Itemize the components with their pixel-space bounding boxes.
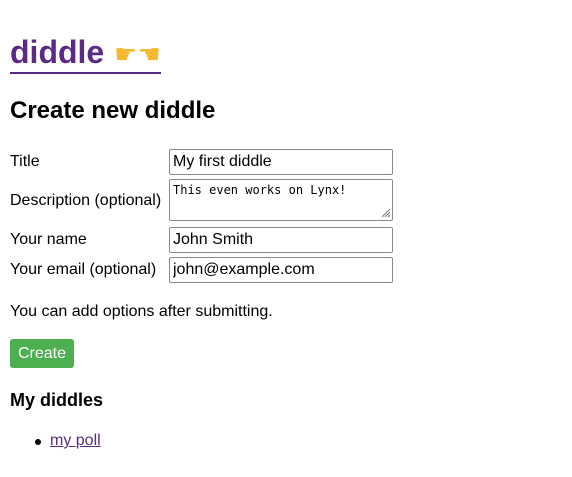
logo-link[interactable]: diddle ☚☚ (10, 34, 161, 74)
options-hint: You can add options after submitting. (10, 303, 273, 320)
name-input[interactable] (169, 227, 393, 253)
pointing-hands-icon: ☚☚ (114, 39, 161, 69)
diddle-list: my poll (10, 430, 101, 452)
description-textarea[interactable]: This even works on Lynx! (169, 179, 393, 221)
create-button[interactable]: Create (10, 339, 75, 368)
logo-text: diddle (10, 34, 105, 70)
email-label: Your email (optional) (10, 261, 157, 278)
resize-grip-icon[interactable] (381, 208, 391, 218)
email-input[interactable] (169, 257, 393, 283)
page-title: Create new diddle (10, 97, 216, 124)
description-label: Description (optional) (10, 192, 162, 209)
title-label: Title (10, 153, 40, 170)
list-item: my poll (10, 430, 101, 452)
title-input[interactable] (169, 149, 393, 175)
name-label: Your name (10, 231, 87, 248)
diddle-link[interactable]: my poll (50, 432, 101, 449)
bullet-icon (35, 439, 41, 445)
my-diddles-heading: My diddles (10, 390, 104, 410)
